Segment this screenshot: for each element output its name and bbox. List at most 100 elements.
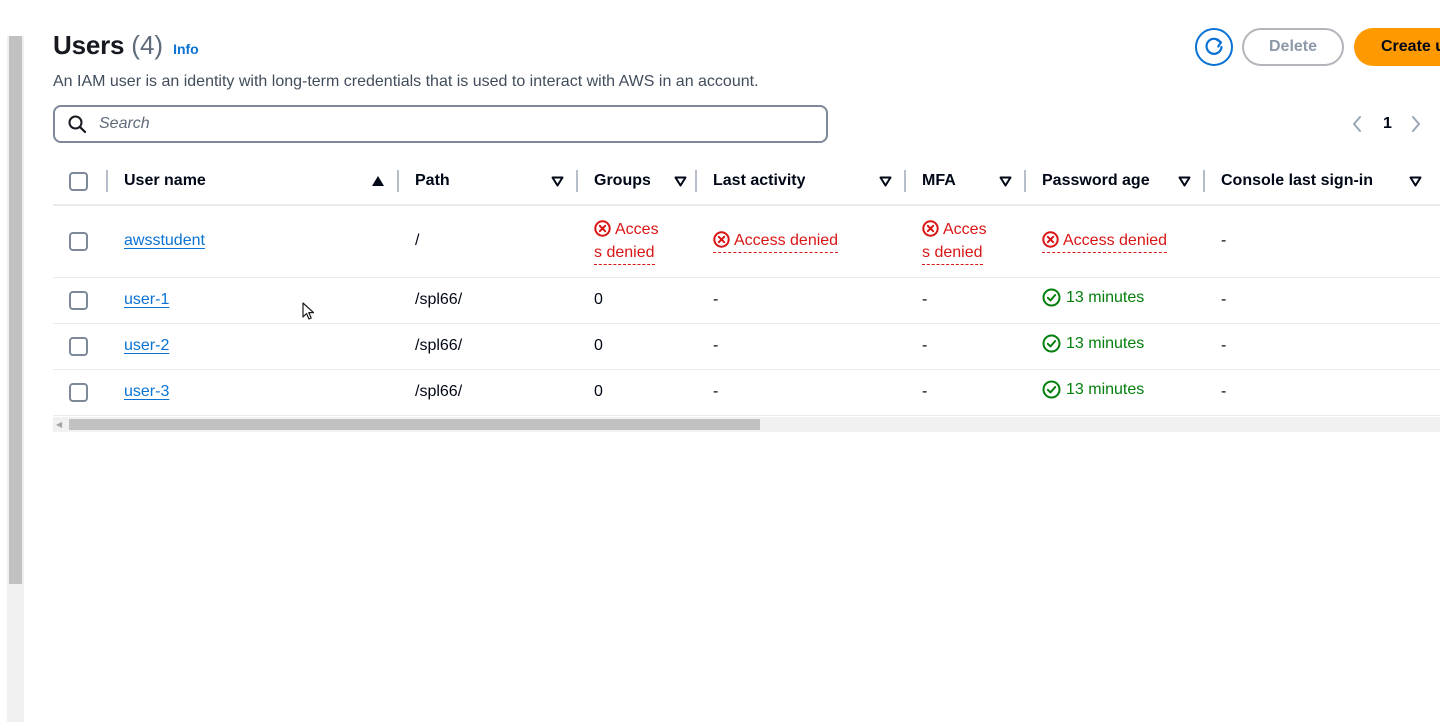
path-value: /spl66/ — [415, 291, 463, 308]
select-all-header — [53, 158, 108, 206]
user-count: (4) — [131, 30, 164, 60]
refresh-icon — [1205, 37, 1223, 55]
page-number[interactable]: 1 — [1383, 115, 1392, 133]
access-denied-text: s denied — [922, 242, 983, 265]
sort-icon[interactable] — [1178, 176, 1191, 187]
column-header-last-activity[interactable]: Last activity — [697, 158, 906, 206]
row-checkbox[interactable] — [69, 336, 88, 356]
column-label: Path — [415, 172, 450, 189]
mfa-access-denied[interactable]: Acces s denied — [922, 218, 994, 265]
user-name-link[interactable]: awsstudent — [124, 232, 205, 249]
groups-access-denied[interactable]: Acces s denied — [594, 218, 666, 265]
row-checkbox[interactable] — [69, 290, 88, 310]
groups-value: 0 — [594, 291, 603, 308]
select-all-checkbox[interactable] — [69, 171, 88, 191]
access-denied-text: Access denied — [1063, 231, 1168, 249]
column-header-console-last-sign-in[interactable]: Console last sign-in — [1205, 158, 1440, 206]
console-last-sign-in-value: - — [1221, 337, 1227, 354]
mfa-value: - — [922, 291, 928, 308]
console-last-sign-in-value: - — [1221, 291, 1227, 308]
column-label: Password age — [1042, 172, 1150, 189]
sort-icon[interactable] — [879, 176, 892, 187]
header-actions: Delete Create user — [1195, 28, 1440, 66]
sort-icon[interactable] — [551, 176, 564, 187]
horizontal-scrollbar-thumb[interactable] — [69, 419, 760, 430]
table-row[interactable]: awsstudent / Acces s denied Access denie… — [53, 205, 1440, 278]
search-box[interactable] — [53, 105, 828, 143]
column-header-password-age[interactable]: Password age — [1026, 158, 1205, 206]
table-row[interactable]: user-3 /spl66/ 0 - - 13 minutes - — [53, 369, 1440, 416]
column-header-path[interactable]: Path — [399, 158, 578, 206]
delete-button[interactable]: Delete — [1242, 28, 1344, 66]
chevron-left-icon — [1353, 116, 1361, 132]
search-input[interactable] — [97, 114, 797, 134]
password-age-status: 13 minutes — [1042, 334, 1144, 353]
sort-ascending-icon[interactable] — [371, 175, 385, 187]
column-label: Console last sign-in — [1221, 172, 1374, 189]
table-row[interactable]: user-1 /spl66/ 0 - - 13 minutes - — [53, 277, 1440, 324]
last-activity-value: - — [713, 337, 719, 354]
column-label: Last activity — [713, 172, 806, 189]
column-header-user-name[interactable]: User name — [108, 158, 399, 206]
groups-value: 0 — [594, 383, 603, 400]
create-user-button[interactable]: Create user — [1354, 28, 1440, 66]
column-label: Groups — [594, 172, 650, 189]
password-age-value: 13 minutes — [1066, 334, 1145, 352]
column-header-groups[interactable]: Groups — [578, 158, 697, 206]
password-age-status: 13 minutes — [1042, 380, 1144, 399]
access-denied-text: Access denied — [734, 231, 839, 249]
path-value: /spl66/ — [415, 337, 463, 354]
sort-icon[interactable] — [674, 176, 687, 187]
search-icon — [68, 115, 87, 134]
success-check-icon — [1042, 288, 1061, 307]
users-page: Users (4) Info An IAM user is an identit… — [53, 0, 1440, 722]
access-denied-text: Acces — [943, 220, 987, 238]
password-age-value: 13 minutes — [1066, 288, 1145, 306]
error-icon — [922, 220, 939, 237]
path-value: / — [415, 232, 420, 250]
info-link[interactable]: Info — [173, 41, 199, 57]
success-check-icon — [1042, 380, 1061, 399]
console-last-sign-in-value: - — [1221, 232, 1227, 250]
last-activity-value: - — [713, 291, 719, 308]
last-activity-access-denied[interactable]: Access denied — [713, 230, 839, 253]
page-header: Users (4) Info — [53, 30, 199, 61]
table-row[interactable]: user-2 /spl66/ 0 - - 13 minutes - — [53, 323, 1440, 370]
user-name-link[interactable]: user-1 — [124, 291, 169, 308]
table-header-row: User name Path Groups Last activity MFA … — [53, 158, 1440, 206]
users-table: User name Path Groups Last activity MFA … — [53, 158, 1440, 416]
user-name-link[interactable]: user-2 — [124, 337, 169, 354]
password-age-access-denied[interactable]: Access denied — [1042, 230, 1168, 253]
access-denied-text: Acces — [615, 220, 659, 238]
console-last-sign-in-value: - — [1221, 383, 1227, 400]
path-value: /spl66/ — [415, 383, 463, 400]
groups-value: 0 — [594, 337, 603, 354]
error-icon — [713, 231, 730, 248]
refresh-button[interactable] — [1195, 28, 1233, 66]
page-description: An IAM user is an identity with long-ter… — [53, 73, 759, 90]
chevron-right-icon — [1411, 116, 1420, 132]
error-icon — [1042, 231, 1059, 248]
user-name-link[interactable]: user-3 — [124, 383, 169, 400]
next-page-button[interactable] — [1408, 113, 1424, 135]
access-denied-text: s denied — [594, 242, 655, 265]
password-age-value: 13 minutes — [1066, 380, 1145, 398]
column-header-mfa[interactable]: MFA — [906, 158, 1026, 206]
row-checkbox[interactable] — [69, 231, 88, 251]
previous-page-button[interactable] — [1349, 113, 1365, 135]
last-activity-value: - — [713, 383, 719, 400]
mfa-value: - — [922, 383, 928, 400]
error-icon — [594, 220, 611, 237]
column-label: User name — [124, 172, 206, 189]
success-check-icon — [1042, 334, 1061, 353]
page-title: Users — [53, 30, 125, 60]
sort-icon[interactable] — [1409, 176, 1422, 187]
scroll-left-arrow-icon[interactable]: ◀ — [56, 420, 62, 429]
sort-icon[interactable] — [999, 176, 1012, 187]
column-label: MFA — [922, 172, 956, 189]
mfa-value: - — [922, 337, 928, 354]
left-scrollbar-thumb[interactable] — [9, 36, 22, 584]
row-checkbox[interactable] — [69, 382, 88, 402]
password-age-status: 13 minutes — [1042, 288, 1144, 307]
pagination: 1 — [1349, 113, 1424, 135]
